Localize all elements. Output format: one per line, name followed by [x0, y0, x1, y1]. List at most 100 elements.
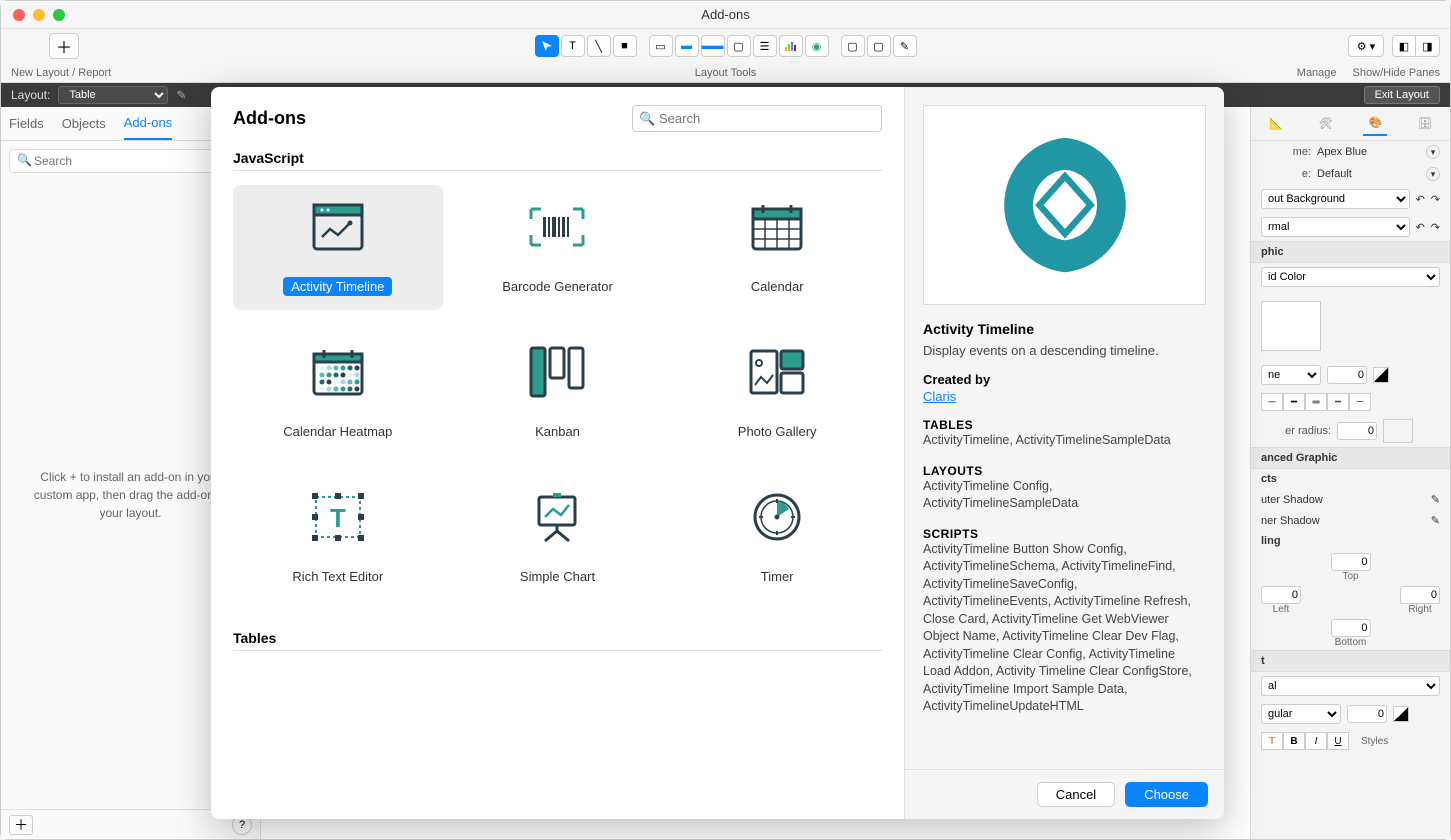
line-color-swatch[interactable]	[1373, 367, 1389, 383]
section-tables: Tables	[233, 630, 882, 646]
pad-right-label: Right	[1400, 604, 1440, 615]
toolbar-labels: New Layout / Report Layout Tools Manage …	[1, 63, 1450, 83]
calendar-icon	[747, 199, 807, 255]
theme-menu[interactable]: ▾	[1426, 145, 1440, 159]
panes-label: Show/Hide Panes	[1353, 67, 1440, 79]
tab-objects[interactable]: Objects	[62, 108, 106, 139]
inspector-tab-position[interactable]: 📐	[1264, 112, 1288, 136]
scripts-label: SCRIPTS	[923, 527, 1206, 541]
addon-rich-text-editor[interactable]: TRich Text Editor	[233, 475, 443, 600]
effects-label: cts	[1251, 469, 1450, 489]
bold-highlight[interactable]: T	[1261, 732, 1283, 750]
fill-select[interactable]: id Color	[1261, 267, 1440, 287]
redo-icon2[interactable]: ↷	[1431, 221, 1440, 234]
dialog-title: Add-ons	[233, 108, 306, 129]
line-style-segments[interactable]: ─━═┅┄	[1261, 393, 1371, 411]
detail-title: Activity Timeline	[923, 321, 1206, 337]
addon-label: Calendar Heatmap	[275, 422, 400, 441]
corner-label: er radius:	[1261, 425, 1331, 437]
pad-top-label: Top	[1253, 571, 1448, 582]
addon-kanban[interactable]: Kanban	[453, 330, 663, 455]
slide-control-tool[interactable]: ▢	[867, 35, 891, 57]
minimize-window-button[interactable]	[33, 9, 45, 21]
add-addon-button[interactable]: ＋	[9, 815, 33, 835]
photo-gallery-icon	[747, 344, 807, 400]
style-menu[interactable]: ▾	[1426, 167, 1440, 181]
inspector-tab-appearance[interactable]: 🎨	[1363, 112, 1387, 136]
line-tool[interactable]: ╲	[587, 35, 611, 57]
underline-button[interactable]: U	[1327, 732, 1349, 750]
addons-dialog: Add-ons 🔍 JavaScript Activity TimelineBa…	[211, 87, 1224, 819]
pencil-icon[interactable]: ✎	[176, 88, 186, 102]
layout-bg-select[interactable]: out Background	[1261, 189, 1410, 209]
addon-label: Photo Gallery	[730, 422, 825, 441]
font-size-input[interactable]	[1347, 705, 1387, 723]
graphic-section: phic	[1251, 241, 1450, 263]
popover-tool[interactable]: ▢	[841, 35, 865, 57]
addon-barcode-generator[interactable]: Barcode Generator	[453, 185, 663, 310]
edit-inner-shadow[interactable]: ✎	[1431, 514, 1440, 527]
created-by-label: Created by	[923, 372, 1206, 387]
chart-tool[interactable]	[779, 35, 803, 57]
inspector-tab-tools[interactable]: 🛠	[1314, 112, 1338, 136]
pad-right-input[interactable]	[1400, 586, 1440, 604]
button-tool[interactable]: ▬	[675, 35, 699, 57]
redo-icon[interactable]: ↷	[1431, 193, 1440, 206]
undo-icon2[interactable]: ↶	[1416, 221, 1425, 234]
fill-swatch[interactable]	[1261, 301, 1321, 351]
portal-tool[interactable]: ☰	[753, 35, 777, 57]
format-painter-tool[interactable]: ✎	[893, 35, 917, 57]
author-link[interactable]: Claris	[923, 389, 956, 404]
italic-button[interactable]: I	[1305, 732, 1327, 750]
close-window-button[interactable]	[13, 9, 25, 21]
undo-icon[interactable]: ↶	[1416, 193, 1425, 206]
pad-top-input[interactable]	[1331, 553, 1371, 571]
choose-button[interactable]: Choose	[1125, 782, 1208, 807]
corner-picker[interactable]	[1383, 419, 1413, 443]
pad-bottom-input[interactable]	[1331, 619, 1371, 637]
zoom-window-button[interactable]	[53, 9, 65, 21]
button-bar-tool[interactable]: ▬▬	[701, 35, 725, 57]
addon-activity-timeline[interactable]: Activity Timeline	[233, 185, 443, 310]
cancel-button[interactable]: Cancel	[1037, 782, 1115, 807]
selection-tool[interactable]	[535, 35, 559, 57]
line-select[interactable]: ne	[1261, 365, 1321, 385]
state-select[interactable]: rmal	[1261, 217, 1410, 237]
font-select[interactable]: al	[1261, 676, 1440, 696]
text-section: t	[1251, 650, 1450, 672]
tab-control-tool[interactable]: ▢	[727, 35, 751, 57]
tab-addons[interactable]: Add-ons	[124, 107, 172, 140]
title-bar: Add-ons	[1, 1, 1450, 29]
scripts-body: ActivityTimeline Button Show Config, Act…	[923, 541, 1206, 716]
layouts-label: LAYOUTS	[923, 464, 1206, 478]
addon-label: Timer	[753, 567, 802, 586]
theme-label: me:	[1261, 146, 1311, 158]
addon-photo-gallery[interactable]: Photo Gallery	[672, 330, 882, 455]
line-width-input[interactable]	[1327, 366, 1367, 384]
corner-input[interactable]	[1337, 422, 1377, 440]
text-color-swatch[interactable]	[1393, 706, 1409, 722]
addon-timer[interactable]: Timer	[672, 475, 882, 600]
tab-fields[interactable]: Fields	[9, 108, 44, 139]
web-viewer-tool[interactable]: ◉	[805, 35, 829, 57]
addon-calendar-heatmap[interactable]: Calendar Heatmap	[233, 330, 443, 455]
text-tool[interactable]: T	[561, 35, 585, 57]
right-pane-toggle[interactable]: ◨	[1416, 35, 1440, 57]
pad-left-input[interactable]	[1261, 586, 1301, 604]
layout-select[interactable]: Table	[58, 86, 168, 104]
rectangle-tool[interactable]: ■	[613, 35, 637, 57]
edit-outer-shadow[interactable]: ✎	[1431, 493, 1440, 506]
bold-button[interactable]: B	[1283, 732, 1305, 750]
exit-layout-button[interactable]: Exit Layout	[1364, 86, 1440, 104]
addon-simple-chart[interactable]: Simple Chart	[453, 475, 663, 600]
left-pane-toggle[interactable]: ◧	[1392, 35, 1416, 57]
field-tool[interactable]: ▭	[649, 35, 673, 57]
addon-calendar[interactable]: Calendar	[672, 185, 882, 310]
dialog-search-input[interactable]	[632, 105, 882, 132]
new-layout-button[interactable]: ＋	[49, 33, 79, 59]
svg-text:T: T	[330, 503, 346, 533]
weight-select[interactable]: gular	[1261, 704, 1341, 724]
inspector-tab-data[interactable]: 🗄	[1413, 112, 1437, 136]
manage-button[interactable]: ⚙ ▾	[1348, 35, 1384, 57]
inner-shadow-label: ner Shadow	[1261, 515, 1320, 527]
